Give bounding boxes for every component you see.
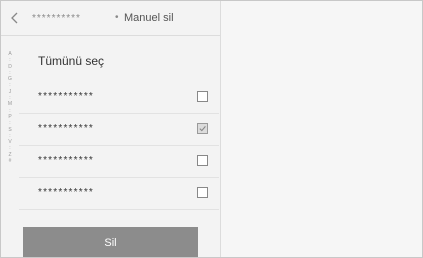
- header-separator: •: [115, 12, 119, 23]
- contact-row[interactable]: ***********: [19, 81, 219, 114]
- contact-name: ***********: [38, 123, 95, 134]
- checkbox[interactable]: [197, 155, 208, 166]
- contact-name: ***********: [38, 91, 95, 102]
- contact-row[interactable]: ***********: [19, 113, 219, 146]
- checkmark-icon: [199, 126, 206, 132]
- back-button[interactable]: [7, 10, 23, 26]
- page-title: Manuel sil: [124, 12, 174, 24]
- checkbox-checked[interactable]: [197, 123, 208, 134]
- checkbox[interactable]: [197, 91, 208, 102]
- contact-list-panel: ********** • Manuel sil A:D:G:J:M:P:S:V:…: [1, 1, 221, 257]
- select-all-button[interactable]: Tümünü seç: [38, 54, 104, 68]
- screen: ********** • Manuel sil A:D:G:J:M:P:S:V:…: [0, 0, 423, 258]
- chevron-left-icon: [11, 12, 18, 24]
- contact-name: ***********: [38, 187, 95, 198]
- contact-name: **********: [32, 13, 81, 24]
- delete-button[interactable]: Sil: [23, 227, 198, 257]
- header: ********** • Manuel sil: [1, 1, 220, 36]
- contact-row[interactable]: ***********: [19, 177, 219, 210]
- index-letter[interactable]: #: [5, 158, 15, 164]
- contact-name: ***********: [38, 155, 95, 166]
- detail-panel: [221, 1, 422, 257]
- contact-row[interactable]: ***********: [19, 145, 219, 178]
- checkbox[interactable]: [197, 187, 208, 198]
- alphabet-index[interactable]: A: D: G: J: M: P: S: V: Z #: [5, 51, 15, 164]
